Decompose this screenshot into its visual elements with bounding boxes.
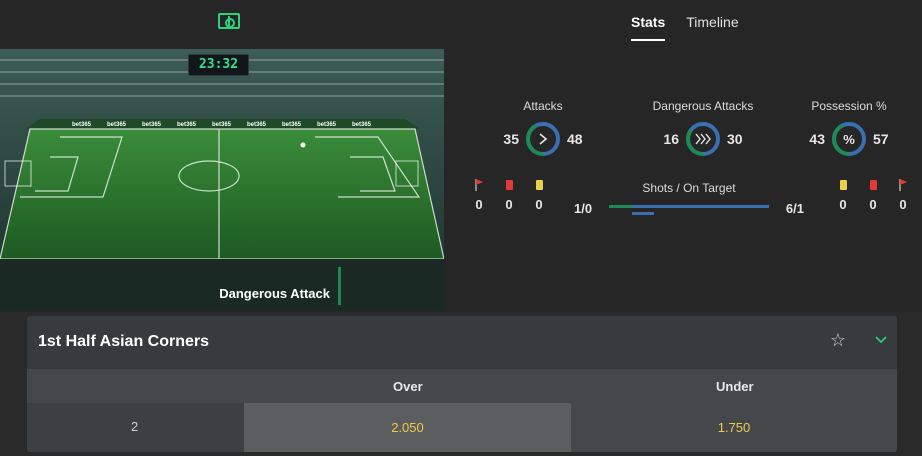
home-red-cards: 0 — [505, 197, 513, 212]
under-odds-button[interactable]: 1.750 — [571, 403, 897, 452]
star-icon[interactable]: ☆ — [830, 330, 846, 351]
home-card-stats: 0 0 0 — [472, 179, 546, 212]
match-visualisation: bet365 bet365 bet365 bet365 bet365 bet36… — [0, 49, 444, 311]
shots-stat: Shots / On Target 1/0 6/1 — [574, 181, 804, 216]
possession-title: Possession % — [811, 99, 887, 113]
ad-board-text: bet365 — [107, 122, 127, 128]
away-corners: 0 — [899, 197, 907, 212]
away-card-stats: 0 0 0 — [836, 179, 910, 212]
dangerous-attacks-donut — [685, 121, 721, 157]
red-card-icon — [505, 180, 513, 190]
possession-home: 43 — [809, 131, 825, 147]
possession-donut: % — [831, 121, 867, 157]
attacks-stat: Attacks 35 48 — [480, 99, 606, 157]
ad-board-text: bet365 — [142, 122, 162, 128]
pitch-icon[interactable] — [218, 13, 240, 29]
possession-stat: Possession % 43 % 57 — [799, 99, 899, 157]
triple-chevron-icon — [685, 121, 721, 157]
home-yellow-cards: 0 — [535, 197, 543, 212]
home-corners: 0 — [475, 197, 483, 212]
column-under: Under — [716, 379, 754, 394]
shots-home: 1/0 — [574, 201, 593, 216]
away-yellow-cards: 0 — [839, 197, 847, 212]
chevron-down-icon[interactable] — [875, 334, 887, 346]
tab-timeline[interactable]: Timeline — [686, 14, 738, 41]
dangerous-attacks-stat: Dangerous Attacks 16 30 — [629, 99, 777, 157]
pitch-graphic: bet365 bet365 bet365 bet365 bet365 bet36… — [0, 49, 444, 311]
percent-icon: % — [843, 131, 855, 147]
stats-panel: Attacks 35 48 Dangerous Attacks 16 30 Po… — [444, 49, 922, 311]
dangerous-attacks-away: 30 — [727, 131, 743, 147]
column-over: Over — [393, 379, 423, 394]
possession-away: 57 — [873, 131, 889, 147]
yellow-card-icon — [839, 180, 847, 190]
away-on-target-bar — [632, 211, 654, 215]
market-card: 1st Half Asian Corners ☆ Over Under 2 2.… — [27, 316, 897, 452]
match-clock: 23:32 — [188, 54, 249, 76]
attacks-away: 48 — [567, 131, 583, 147]
ad-board-text: bet365 — [282, 122, 302, 128]
dangerous-attacks-title: Dangerous Attacks — [652, 99, 754, 113]
ad-board-text: bet365 — [317, 122, 337, 128]
stats-tabs: Stats Timeline — [631, 14, 739, 41]
corner-flag-icon — [472, 179, 486, 191]
dangerous-attacks-home: 16 — [663, 131, 679, 147]
shots-away: 6/1 — [785, 201, 804, 216]
away-shots-bar — [632, 204, 769, 208]
corner-flag-icon — [896, 179, 910, 191]
shots-bars — [609, 202, 769, 216]
line-value: 2 — [131, 419, 139, 434]
top-section: Stats Timeline bet365 bet365 bet365 bet3… — [0, 0, 922, 312]
attacks-home: 35 — [503, 131, 519, 147]
ad-board-text: bet365 — [72, 122, 92, 128]
away-red-cards: 0 — [869, 197, 877, 212]
tab-stats[interactable]: Stats — [631, 14, 666, 41]
attacks-donut — [525, 121, 561, 157]
event-indicator-bar — [338, 267, 341, 305]
red-card-icon — [869, 180, 877, 190]
attacks-title: Attacks — [523, 99, 563, 113]
chevron-right-icon — [525, 121, 561, 157]
shots-title: Shots / On Target — [642, 181, 736, 195]
ad-board-text: bet365 — [352, 122, 372, 128]
ad-board-text: bet365 — [177, 122, 197, 128]
event-label: Dangerous Attack — [219, 286, 330, 301]
yellow-card-icon — [535, 180, 543, 190]
home-shots-bar — [609, 204, 632, 208]
market-title: 1st Half Asian Corners — [38, 333, 210, 350]
market-row: 2 2.050 1.750 — [27, 403, 897, 452]
market-column-headers: Over Under — [27, 369, 897, 403]
ad-board-text: bet365 — [247, 122, 267, 128]
market-header[interactable]: 1st Half Asian Corners ☆ — [27, 316, 897, 369]
over-odds-button[interactable]: 2.050 — [244, 403, 571, 452]
ad-board-text: bet365 — [212, 122, 232, 128]
